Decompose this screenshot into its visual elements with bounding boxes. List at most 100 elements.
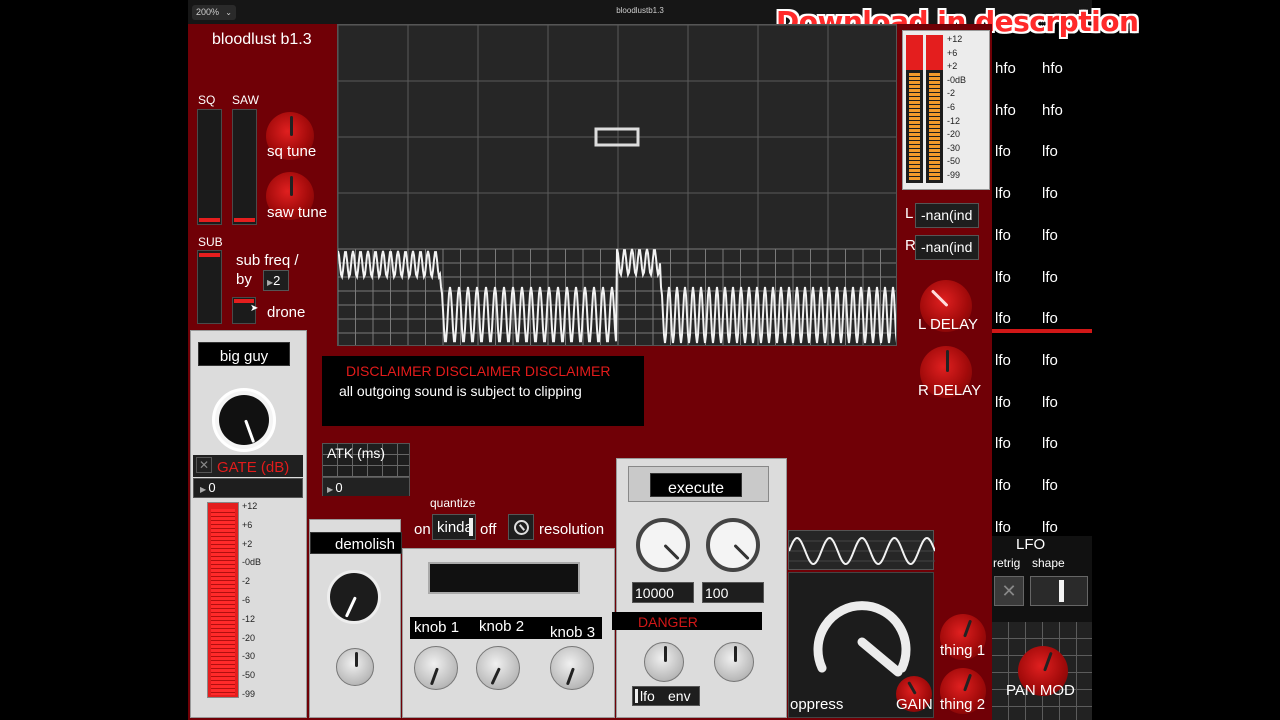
lfo-row-right[interactable]: lfo	[1042, 310, 1058, 327]
lfo-row-right[interactable]: lfo	[1042, 143, 1058, 160]
slider-handle	[1059, 580, 1064, 602]
thing2-label: thing 2	[940, 696, 986, 713]
big-guy-knob[interactable]	[212, 388, 276, 452]
execute-knob-1[interactable]	[636, 518, 690, 572]
knob2-label: knob 2	[479, 618, 525, 635]
sq-level-slider[interactable]	[197, 109, 222, 225]
knob-pointer	[290, 176, 293, 196]
by-label: by	[236, 271, 252, 288]
lfo-env-toggle[interactable]: lfo env	[632, 686, 700, 706]
demolish-button[interactable]: demolish	[310, 532, 402, 554]
knob-pointer	[857, 637, 903, 677]
shape-slider[interactable]	[1030, 576, 1088, 606]
execute-button[interactable]: execute	[650, 473, 742, 497]
meter-peak	[926, 35, 943, 70]
meter-tick: -20	[947, 129, 961, 140]
lfo-row-left[interactable]: lfo	[995, 435, 1011, 452]
sub-level-slider[interactable]	[197, 250, 222, 324]
lfo-row-right[interactable]: hfo	[1042, 60, 1063, 77]
lfo-row-right[interactable]: lfo	[1042, 394, 1058, 411]
execute-knob-2[interactable]	[706, 518, 760, 572]
lfo-row-left[interactable]: hfo	[995, 102, 1016, 119]
gate-value-field[interactable]: ▶ 0	[193, 478, 303, 498]
l-value-field[interactable]: -nan(ind	[915, 203, 979, 228]
lfo-row-right[interactable]: hfo	[1042, 102, 1063, 119]
gate-label: GATE (dB)	[217, 459, 290, 476]
retrig-toggle[interactable]: ✕	[994, 576, 1024, 606]
by-value: 2	[273, 273, 281, 288]
retrig-label: retrig	[993, 556, 1021, 570]
resolution-knob[interactable]	[508, 514, 534, 540]
knob-2[interactable]	[476, 646, 520, 690]
meter-peak	[906, 35, 923, 70]
meter-tick: +2	[242, 538, 253, 549]
env-option: env	[668, 688, 691, 704]
execute-value-1[interactable]: 10000	[632, 582, 694, 603]
lfo-title: LFO	[1016, 536, 1046, 553]
lfo-row-right[interactable]: lfo	[1042, 185, 1058, 202]
gate-meter-level	[211, 509, 235, 695]
gate-value: 0	[208, 480, 216, 495]
lfo-row-right[interactable]: lfo	[1042, 352, 1058, 369]
quantize-label: quantize	[430, 496, 476, 510]
danger-knob-2[interactable]	[714, 642, 754, 682]
knob-pointer	[664, 646, 667, 662]
by-number-box[interactable]: ▶2	[263, 270, 289, 291]
lfo-row-left[interactable]: lfo	[995, 519, 1011, 536]
pan-mod-label: PAN MOD	[1006, 682, 1075, 699]
lfo-row-left[interactable]: lfo	[995, 352, 1011, 369]
execute-value-2[interactable]: 100	[702, 582, 764, 603]
meter-tick: -6	[242, 595, 251, 605]
slider-handle	[199, 218, 220, 222]
lfo-row-left[interactable]: lfo	[995, 477, 1011, 494]
demolish-knob[interactable]	[327, 570, 381, 624]
demolish-small-knob[interactable]	[336, 648, 374, 686]
meter-tick: -12	[947, 115, 961, 126]
lfo-option: lfo	[640, 688, 655, 704]
lfo-row-right[interactable]: lfo	[1042, 477, 1058, 494]
r-delay-label: R DELAY	[918, 382, 982, 399]
knob-1[interactable]	[414, 646, 458, 690]
quantize-mode-toggle[interactable]: kinda	[432, 514, 476, 540]
knob-pointer	[963, 619, 973, 638]
atk-value-field[interactable]: ▶ 0	[323, 477, 409, 496]
lfo-row-left[interactable]: lfo	[995, 310, 1011, 327]
lfo-row-left[interactable]: lfo	[995, 185, 1011, 202]
knob-pointer	[907, 681, 917, 695]
meter-tick: -0dB	[947, 74, 967, 85]
lfo-row-left[interactable]: lfo	[995, 227, 1011, 244]
display-bar[interactable]	[428, 562, 580, 594]
r-value-field[interactable]: -nan(ind	[915, 235, 979, 260]
knob-pointer	[565, 667, 575, 686]
danger-knob-1[interactable]	[644, 642, 684, 682]
meter-tick: -20	[242, 632, 256, 643]
lfo-row-left[interactable]: hfo	[995, 60, 1016, 77]
app-window: 200% ⌄ bloodlustb1.3 Download in descrpti…	[0, 0, 1280, 720]
lfo-row-left[interactable]: lfo	[995, 143, 1011, 160]
zoom-select[interactable]: 200% ⌄	[192, 5, 236, 20]
meter-tick: -50	[947, 156, 961, 167]
lfo-row-right[interactable]: lfo	[1042, 435, 1058, 452]
lfo-row-right[interactable]: lfo	[1042, 269, 1058, 286]
lfo-row-left[interactable]: lfo	[995, 394, 1011, 411]
l-value: -nan(ind	[921, 207, 973, 223]
lfo-list: hfo hfo hfo hfo lfo lfo lfo lfo lfo lfo lfo lfo lfo l…	[992, 44, 1092, 544]
knob-pointer	[1043, 651, 1053, 672]
big-guy-button[interactable]: big guy	[198, 342, 290, 366]
saw-tune-label: saw tune	[267, 204, 328, 221]
gate-meter[interactable]	[207, 502, 239, 698]
drone-label: drone	[267, 304, 306, 321]
oppress-knob[interactable]	[806, 592, 918, 692]
saw-level-slider[interactable]	[232, 109, 257, 225]
lfo-row-left[interactable]: lfo	[995, 269, 1011, 286]
lfo-row-right[interactable]: lfo	[1042, 519, 1058, 536]
waveform-scope[interactable]	[337, 24, 897, 346]
meter-tick: -12	[242, 613, 256, 624]
lfo-row-right[interactable]: lfo	[1042, 227, 1058, 244]
toggle-handle	[635, 689, 638, 703]
thing1-label: thing 1	[940, 642, 986, 659]
right-meter-bar	[926, 35, 943, 183]
r-value: -nan(ind	[921, 239, 973, 255]
knob-3[interactable]	[550, 646, 594, 690]
close-icon[interactable]: ✕	[196, 457, 212, 473]
